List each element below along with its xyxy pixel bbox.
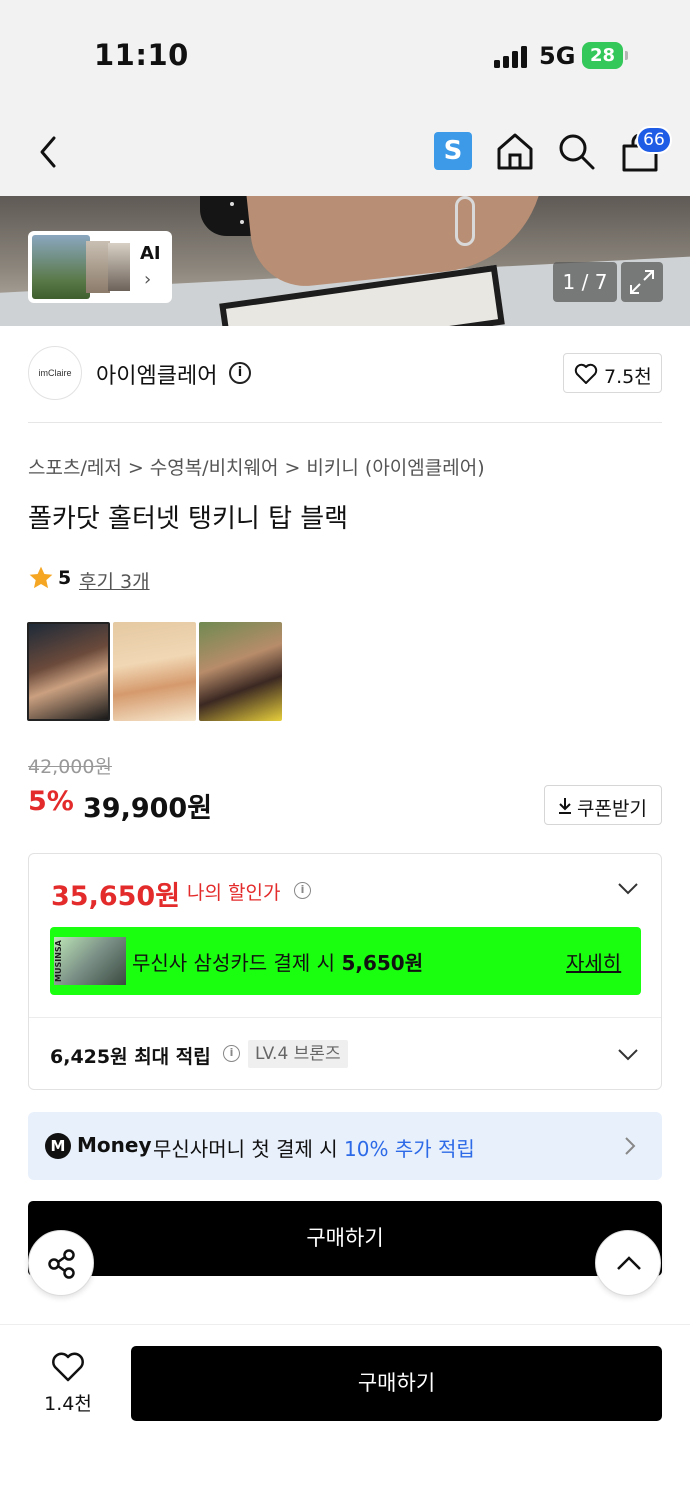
expand-button[interactable]: [621, 262, 663, 302]
original-price: 42,000원: [28, 756, 112, 778]
money-icon: M: [45, 1133, 71, 1159]
heart-icon[interactable]: [50, 1351, 86, 1383]
ai-label: AI: [140, 243, 161, 264]
divider: [29, 1017, 661, 1018]
brand-like-count: 7.5천: [604, 366, 652, 388]
divider: [28, 422, 662, 423]
card-image-text: MUSINSA: [54, 940, 63, 982]
product-title: 폴카닷 홀터넷 탱키니 탑 블랙: [28, 504, 349, 534]
nav-bar: S 66: [0, 110, 690, 196]
expand-icon: [630, 270, 654, 294]
back-icon[interactable]: [36, 134, 62, 170]
money-promo-text: 무신사머니 첫 결제 시 10% 추가 적립: [153, 1137, 475, 1161]
rating-score: 5: [58, 567, 72, 589]
money-highlight: 10% 추가 적립: [344, 1137, 475, 1161]
network-type: 5G: [539, 42, 576, 70]
discount-box: 35,650원 나의 할인가 i MUSINSA 무신사 삼성카드 결제 시 5…: [28, 853, 662, 1090]
breadcrumb-item[interactable]: 스포츠/레저: [28, 457, 122, 479]
share-button[interactable]: [28, 1230, 94, 1296]
level-badge: LV.4 브론즈: [248, 1040, 348, 1068]
battery-icon: 28: [582, 42, 628, 69]
cart-count-badge: 66: [636, 126, 672, 154]
breadcrumb: 스포츠/레저 > 수영복/비치웨어 > 비키니 (아이엠클레어): [28, 453, 485, 480]
chevron-down-icon[interactable]: [617, 1048, 639, 1062]
brand-name[interactable]: 아이엠클레어: [96, 358, 217, 390]
info-icon[interactable]: i: [223, 1045, 240, 1062]
search-icon[interactable]: [557, 132, 597, 172]
chevron-down-icon[interactable]: [617, 882, 639, 896]
my-discount-price: 35,650원: [51, 881, 181, 912]
info-icon[interactable]: i: [229, 362, 251, 384]
coupon-label: 쿠폰받기: [577, 798, 647, 820]
image-counter: 1 / 7: [553, 262, 617, 302]
max-points-text: 6,425원 최대 적립: [50, 1046, 211, 1068]
like-count: 1.4천: [44, 1393, 92, 1415]
product-image[interactable]: AI › 1 / 7: [0, 196, 690, 326]
my-discount-label: 나의 할인가: [187, 882, 281, 904]
discount-rate: 5%: [28, 786, 74, 817]
card-promo-text: 무신사 삼성카드 결제 시 5,650원: [132, 951, 424, 975]
star-icon: [29, 566, 53, 589]
chevron-right-icon: >: [127, 457, 144, 479]
buy-button-inline[interactable]: 구매하기: [28, 1201, 662, 1276]
heart-icon: [574, 363, 598, 384]
breadcrumb-item[interactable]: 비키니 (아이엠클레어): [306, 457, 484, 479]
chevron-right-icon: ›: [144, 269, 152, 290]
review-photo[interactable]: [199, 622, 282, 721]
info-icon[interactable]: i: [294, 882, 311, 899]
breadcrumb-item[interactable]: 수영복/비치웨어: [150, 457, 279, 479]
brand-logo[interactable]: imClaire: [28, 346, 82, 400]
card-promo-banner[interactable]: MUSINSA 무신사 삼성카드 결제 시 5,650원 자세히: [50, 927, 641, 995]
review-link[interactable]: 후기 3개: [79, 567, 150, 594]
sale-price: 39,900원: [83, 793, 213, 824]
bottom-action-bar: 1.4천 구매하기: [0, 1324, 690, 1500]
review-photo[interactable]: [113, 622, 196, 721]
share-icon: [48, 1249, 75, 1279]
battery-level: 28: [589, 45, 616, 66]
signal-icon: [494, 46, 528, 68]
review-photo[interactable]: [27, 622, 110, 721]
card-amount: 5,650원: [341, 951, 424, 975]
status-bar: 11:10 5G 28: [0, 0, 690, 110]
chevron-right-icon: [625, 1137, 636, 1155]
brand-like-button[interactable]: 7.5천: [563, 353, 662, 393]
download-icon: [559, 798, 571, 814]
money-promo-banner[interactable]: M Money 무신사머니 첫 결제 시 10% 추가 적립: [28, 1112, 662, 1180]
scroll-top-button[interactable]: [595, 1230, 661, 1296]
card-detail-link[interactable]: 자세히: [566, 947, 621, 976]
buy-button[interactable]: 구매하기: [131, 1346, 662, 1421]
status-time: 11:10: [94, 38, 189, 72]
ai-recommend-button[interactable]: AI ›: [28, 231, 172, 303]
chevron-right-icon: >: [284, 457, 301, 479]
s-badge-button[interactable]: S: [434, 132, 472, 170]
home-icon[interactable]: [495, 131, 535, 171]
card-image: MUSINSA: [54, 937, 126, 985]
chevron-up-icon: [617, 1256, 641, 1270]
coupon-button[interactable]: 쿠폰받기: [544, 785, 662, 825]
money-brand: Money: [77, 1133, 152, 1157]
